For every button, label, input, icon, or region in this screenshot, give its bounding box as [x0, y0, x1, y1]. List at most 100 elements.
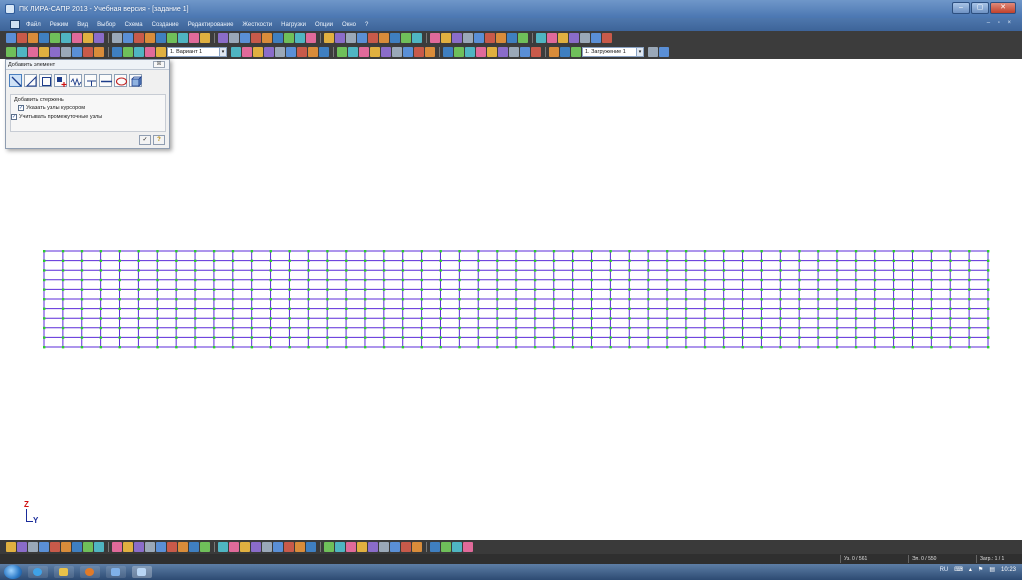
node[interactable] [477, 346, 480, 349]
node[interactable] [854, 269, 858, 272]
node[interactable] [911, 250, 914, 253]
node[interactable] [458, 250, 461, 253]
node[interactable] [382, 278, 386, 282]
toolbar-tool-icon[interactable] [518, 33, 528, 43]
node[interactable] [987, 288, 990, 291]
node[interactable] [741, 259, 744, 262]
node[interactable] [666, 326, 669, 330]
node[interactable] [496, 278, 499, 282]
node[interactable] [458, 288, 461, 291]
node[interactable] [703, 259, 707, 262]
node[interactable] [269, 298, 272, 301]
toolbar-tool-icon[interactable] [39, 542, 49, 552]
node[interactable] [854, 346, 858, 349]
toolbar-tool-icon[interactable] [83, 542, 93, 552]
node[interactable] [590, 336, 593, 339]
node[interactable] [458, 298, 461, 301]
node[interactable] [571, 346, 575, 349]
taskbar-explorer[interactable] [54, 566, 74, 578]
node[interactable] [609, 346, 612, 349]
node[interactable] [817, 346, 820, 349]
node[interactable] [741, 346, 744, 349]
node[interactable] [873, 298, 877, 301]
node[interactable] [987, 278, 990, 282]
toolbar-tool-icon[interactable] [262, 542, 272, 552]
node[interactable] [590, 346, 593, 349]
node[interactable] [892, 317, 895, 320]
toolbar-tool-icon[interactable] [547, 33, 557, 43]
node[interactable] [212, 250, 216, 253]
node[interactable] [496, 336, 499, 339]
node[interactable] [307, 288, 310, 291]
node[interactable] [703, 336, 707, 339]
node[interactable] [609, 278, 612, 282]
toolbar-tool-icon[interactable] [229, 542, 239, 552]
toolbar-tool-icon[interactable] [112, 542, 122, 552]
toolbar-tool-icon[interactable] [284, 542, 294, 552]
toolbar-tool-icon[interactable] [474, 33, 484, 43]
node[interactable] [137, 317, 140, 320]
node[interactable] [420, 336, 423, 339]
node[interactable] [684, 259, 688, 262]
windows-start-icon[interactable] [4, 565, 22, 579]
node[interactable] [80, 259, 84, 262]
node[interactable] [250, 336, 254, 339]
node[interactable] [175, 269, 178, 272]
node[interactable] [515, 269, 518, 272]
node[interactable] [194, 259, 197, 262]
toolbar-tool-icon[interactable] [368, 542, 378, 552]
node[interactable] [892, 346, 895, 349]
node[interactable] [684, 269, 688, 272]
toolbar-tool-icon[interactable] [156, 33, 166, 43]
node[interactable] [288, 336, 291, 339]
node[interactable] [496, 288, 499, 291]
node[interactable] [930, 336, 933, 339]
node[interactable] [911, 269, 914, 272]
node[interactable] [987, 298, 990, 301]
node[interactable] [175, 288, 178, 291]
toolbar-tool-icon[interactable] [94, 47, 104, 57]
node[interactable] [760, 288, 763, 291]
node[interactable] [552, 307, 556, 310]
node[interactable] [722, 326, 726, 330]
menu-options[interactable]: Опции [315, 22, 333, 28]
toolbar-tool-icon[interactable] [324, 542, 334, 552]
node[interactable] [307, 269, 310, 272]
node[interactable] [798, 326, 801, 330]
node[interactable] [307, 326, 310, 330]
node[interactable] [798, 278, 801, 282]
toolbar-tool-icon[interactable] [357, 33, 367, 43]
node[interactable] [326, 336, 329, 339]
node[interactable] [949, 336, 952, 339]
node[interactable] [571, 259, 575, 262]
toolbar-tool-icon[interactable] [72, 542, 82, 552]
toolbar-tool-icon[interactable] [443, 47, 453, 57]
node[interactable] [99, 269, 103, 272]
node[interactable] [628, 269, 631, 272]
node[interactable] [741, 250, 744, 253]
node[interactable] [288, 346, 291, 349]
node[interactable] [307, 336, 310, 339]
node[interactable] [80, 298, 84, 301]
toolbar-tool-icon[interactable] [145, 542, 155, 552]
checkbox-check-icon[interactable]: ✓ [11, 114, 17, 120]
node[interactable] [175, 317, 178, 320]
node[interactable] [911, 307, 914, 310]
node[interactable] [930, 288, 933, 291]
node[interactable] [99, 346, 103, 349]
node[interactable] [722, 259, 726, 262]
toolbar-tool-icon[interactable] [262, 33, 272, 43]
node[interactable] [345, 317, 348, 320]
node[interactable] [307, 317, 310, 320]
node[interactable] [231, 317, 235, 320]
node[interactable] [873, 326, 877, 330]
node[interactable] [552, 288, 556, 291]
node[interactable] [363, 336, 367, 339]
node[interactable] [212, 259, 216, 262]
toolbar-tool-icon[interactable] [335, 33, 345, 43]
toolbar-tool-icon[interactable] [536, 33, 546, 43]
node[interactable] [269, 336, 272, 339]
node[interactable] [175, 298, 178, 301]
node[interactable] [515, 346, 518, 349]
chevron-down-icon[interactable]: ▾ [219, 48, 226, 56]
